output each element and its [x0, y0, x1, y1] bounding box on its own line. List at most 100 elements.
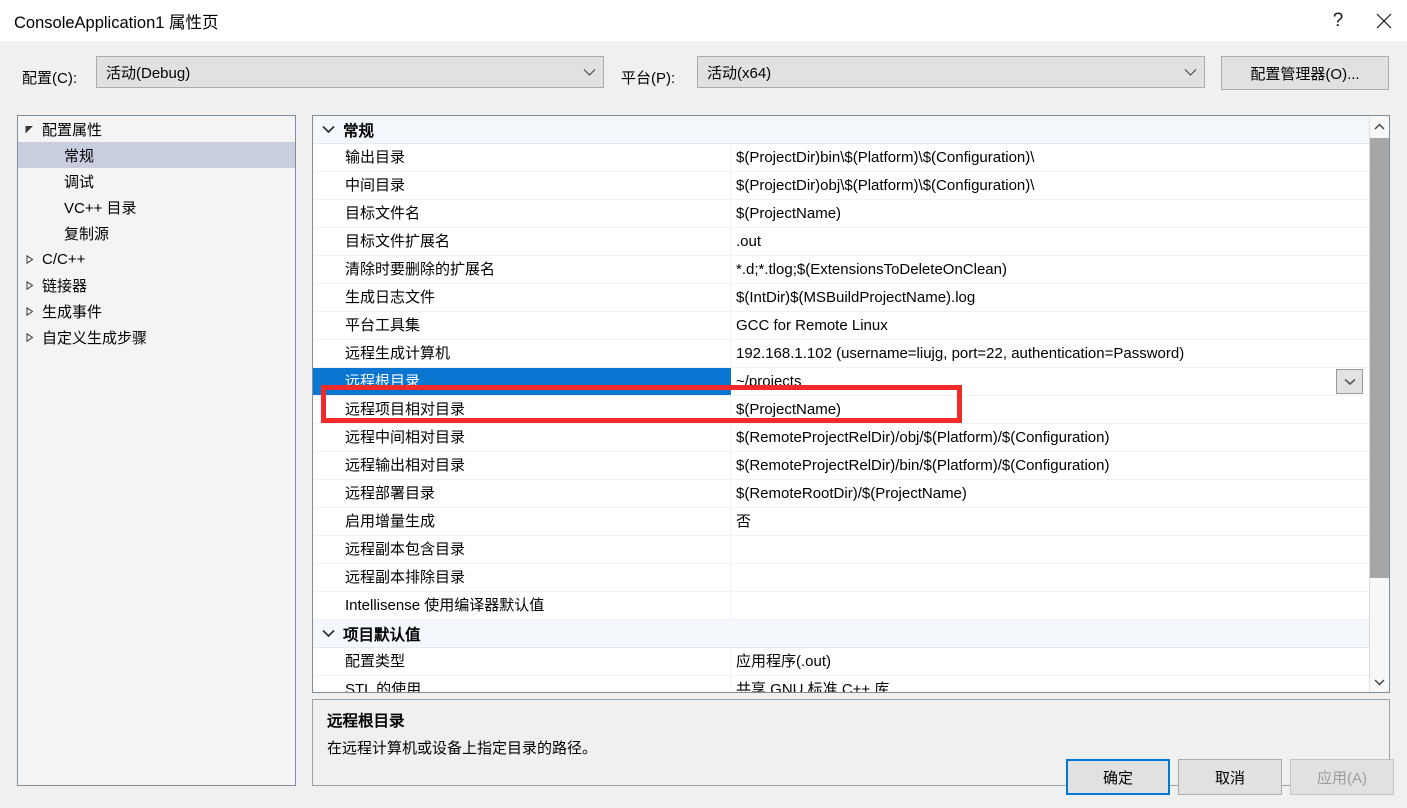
property-value[interactable]: $(ProjectName) [731, 200, 1371, 227]
property-value[interactable]: 192.168.1.102 (username=liujg, port=22, … [731, 340, 1371, 367]
tree-item-label: C/C++ [42, 250, 86, 268]
triangle-right-icon[interactable] [18, 280, 40, 290]
title-bar: ConsoleApplication1 属性页 ? [0, 0, 1407, 41]
property-grid[interactable]: 常规输出目录 $(ProjectDir)bin\$(Platform)\$(Con… [312, 115, 1390, 693]
scrollbar-thumb[interactable] [1370, 138, 1389, 578]
configuration-properties-tree[interactable]: 配置属性常规调试 VC++ 目录 复制源 C/C++ 链接器生成事件 自定义生成步骤 [17, 115, 296, 786]
tree-item-label: 调试 [64, 173, 95, 191]
dialog-footer: 确定 取消 应用(A) [0, 759, 1407, 799]
chevron-down-icon[interactable] [313, 125, 343, 134]
description-title: 远程根目录 [327, 713, 405, 730]
property-value[interactable]: $(RemoteProjectRelDir)/bin/$(Platform)/$… [731, 452, 1371, 479]
property-row[interactable]: 目标文件扩展名 .out [313, 228, 1371, 256]
tree-item[interactable]: 链接器 [18, 272, 295, 298]
triangle-down-icon[interactable] [18, 125, 40, 134]
property-value[interactable]: $(ProjectDir)obj\$(Platform)\$(Configura… [731, 172, 1371, 199]
property-row[interactable]: 生成日志文件 $(IntDir)$(MSBuildProjectName).log [313, 284, 1371, 312]
property-name: 清除时要删除的扩展名 [313, 256, 731, 283]
property-name: 配置类型 [313, 648, 731, 675]
property-name: 平台工具集 [313, 312, 731, 339]
tree-item-label: VC++ 目录 [64, 199, 137, 217]
property-value[interactable] [731, 536, 1371, 563]
property-row[interactable]: 远程副本包含目录 [313, 536, 1371, 564]
property-name: 中间目录 [313, 172, 731, 199]
property-name: 远程生成计算机 [313, 340, 731, 367]
property-row[interactable]: 目标文件名 $(ProjectName) [313, 200, 1371, 228]
property-row[interactable]: 输出目录 $(ProjectDir)bin\$(Platform)\$(Confi… [313, 144, 1371, 172]
property-row[interactable]: 清除时要删除的扩展名 *.d;*.tlog;$(ExtensionsToDelet… [313, 256, 1371, 284]
configuration-combobox[interactable]: 活动(Debug) [96, 56, 604, 88]
triangle-right-icon[interactable] [18, 254, 40, 264]
property-row[interactable]: 远程生成计算机 192.168.1.102 (username=liujg, po… [313, 340, 1371, 368]
dialog-body: 配置(C): 活动(Debug) 平台(P): 活动(x64) 配置管理器(O)… [0, 41, 1407, 808]
platform-combobox[interactable]: 活动(x64) [697, 56, 1205, 88]
configuration-value: 活动(Debug) [106, 64, 191, 82]
triangle-right-icon[interactable] [18, 306, 40, 316]
tree-item-label: 配置属性 [42, 121, 103, 139]
property-grid-scrollbar[interactable] [1369, 116, 1389, 692]
property-row-selected[interactable]: 远程根目录 ~/projects [313, 368, 1371, 396]
property-row[interactable]: 远程部署目录 $(RemoteRootDir)/$(ProjectName) [313, 480, 1371, 508]
triangle-right-icon[interactable] [18, 332, 40, 342]
scroll-down-icon[interactable] [1370, 671, 1389, 692]
ok-button[interactable]: 确定 [1066, 759, 1170, 795]
property-group-title: 常规 [343, 122, 375, 140]
property-name: 远程部署目录 [313, 480, 731, 507]
tree-item[interactable]: 复制源 [18, 220, 295, 246]
tree-item[interactable]: VC++ 目录 [18, 194, 295, 220]
property-row[interactable]: 远程输出相对目录 $(RemoteProjectRelDir)/bin/$(Pla… [313, 452, 1371, 480]
property-value[interactable] [731, 564, 1371, 591]
property-name: 远程副本排除目录 [313, 564, 731, 591]
tree-item[interactable]: C/C++ [18, 246, 295, 272]
tree-item[interactable]: 配置属性 [18, 116, 295, 142]
tree-item[interactable]: 自定义生成步骤 [18, 324, 295, 350]
cancel-button[interactable]: 取消 [1178, 759, 1282, 795]
property-value[interactable] [731, 592, 1371, 619]
property-group-header[interactable]: 项目默认值 [313, 620, 1371, 648]
chevron-down-icon[interactable] [313, 629, 343, 638]
scroll-up-icon[interactable] [1370, 116, 1389, 137]
close-icon[interactable] [1361, 0, 1407, 41]
property-name: 远程项目相对目录 [313, 396, 731, 423]
property-row[interactable]: 远程中间相对目录 $(RemoteProjectRelDir)/obj/$(Pla… [313, 424, 1371, 452]
configuration-manager-button[interactable]: 配置管理器(O)... [1221, 56, 1389, 90]
property-row[interactable]: Intellisense 使用编译器默认值 [313, 592, 1371, 620]
property-value[interactable]: $(RemoteProjectRelDir)/obj/$(Platform)/$… [731, 424, 1371, 451]
property-row[interactable]: 远程项目相对目录 $(ProjectName) [313, 396, 1371, 424]
tree-item[interactable]: 生成事件 [18, 298, 295, 324]
property-row[interactable]: STL 的使用 共享 GNU 标准 C++ 库 [313, 676, 1371, 692]
property-value[interactable]: $(RemoteRootDir)/$(ProjectName) [731, 480, 1371, 507]
property-value[interactable]: GCC for Remote Linux [731, 312, 1371, 339]
tree-item-label: 复制源 [64, 225, 110, 243]
property-name: Intellisense 使用编译器默认值 [313, 592, 731, 619]
property-value-dropdown-button[interactable] [1336, 369, 1363, 394]
tree-item[interactable]: 调试 [18, 168, 295, 194]
property-name: 输出目录 [313, 144, 731, 171]
property-value[interactable]: 共享 GNU 标准 C++ 库 [731, 676, 1371, 692]
property-row[interactable]: 平台工具集 GCC for Remote Linux [313, 312, 1371, 340]
property-row[interactable]: 启用增量生成否 [313, 508, 1371, 536]
tree-item-label: 链接器 [42, 277, 88, 295]
property-group-header[interactable]: 常规 [313, 116, 1371, 144]
configuration-bar: 配置(C): 活动(Debug) 平台(P): 活动(x64) 配置管理器(O)… [0, 56, 1407, 96]
property-name: STL 的使用 [313, 676, 731, 692]
property-value[interactable]: .out [731, 228, 1371, 255]
platform-label: 平台(P): [621, 70, 676, 87]
property-value[interactable]: $(ProjectDir)bin\$(Platform)\$(Configura… [731, 144, 1371, 171]
property-value[interactable]: ~/projects [731, 368, 1371, 395]
chevron-down-icon [1176, 68, 1204, 77]
property-value[interactable]: *.d;*.tlog;$(ExtensionsToDeleteOnClean) [731, 256, 1371, 283]
property-value[interactable]: 否 [731, 508, 1371, 535]
property-grid-rows: 常规输出目录 $(ProjectDir)bin\$(Platform)\$(Con… [313, 116, 1371, 692]
property-row[interactable]: 配置类型 应用程序(.out) [313, 648, 1371, 676]
property-row[interactable]: 远程副本排除目录 [313, 564, 1371, 592]
property-value[interactable]: $(IntDir)$(MSBuildProjectName).log [731, 284, 1371, 311]
property-name: 生成日志文件 [313, 284, 731, 311]
help-icon[interactable]: ? [1315, 0, 1361, 41]
property-row[interactable]: 中间目录 $(ProjectDir)obj\$(Platform)\$(Confi… [313, 172, 1371, 200]
property-value[interactable]: 应用程序(.out) [731, 648, 1371, 675]
property-name: 远程输出相对目录 [313, 452, 731, 479]
property-name: 远程中间相对目录 [313, 424, 731, 451]
tree-item[interactable]: 常规 [18, 142, 295, 168]
property-value[interactable]: $(ProjectName) [731, 396, 1371, 423]
